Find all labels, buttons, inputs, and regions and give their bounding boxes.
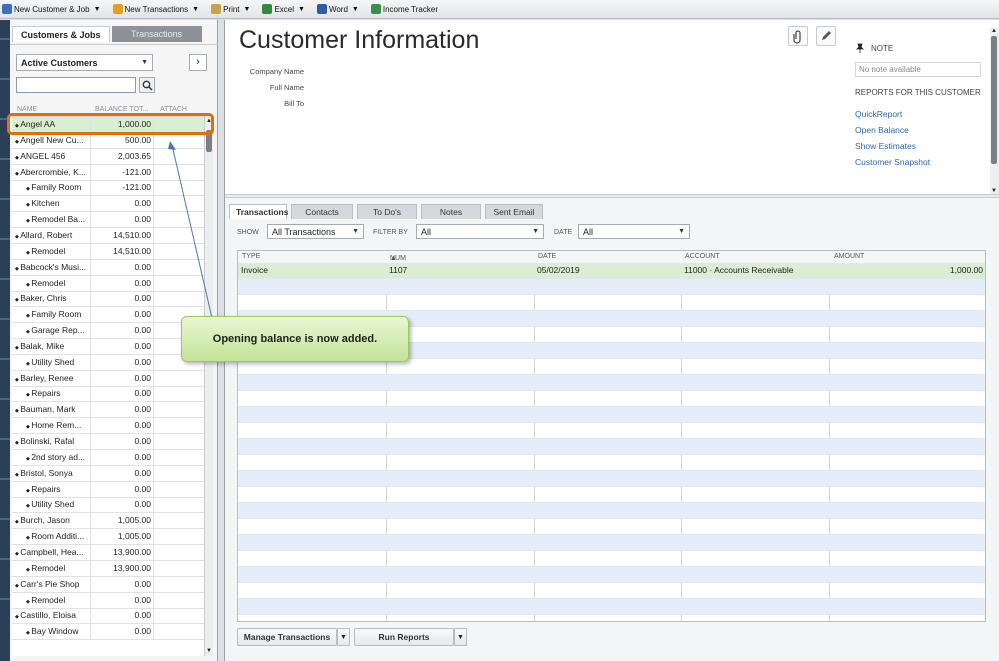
callout-note: Opening balance is now added. — [181, 316, 409, 362]
callout-connector — [168, 141, 213, 319]
